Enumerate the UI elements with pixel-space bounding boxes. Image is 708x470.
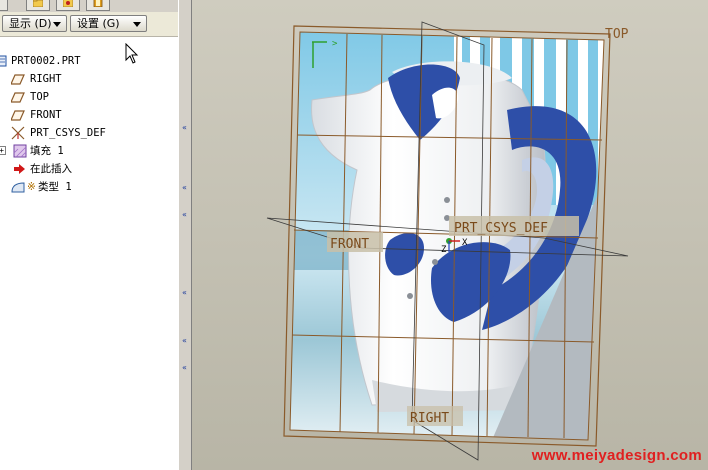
tree-item-marker: ※ [27, 181, 36, 193]
style-feature-icon [11, 182, 25, 193]
datum-label-front[interactable]: FRONT [330, 237, 369, 252]
csys-z-label: Z [441, 245, 447, 255]
tree-item-top[interactable]: TOP [0, 88, 178, 106]
collapse-arrow-icon[interactable]: « [182, 211, 188, 219]
tab-model-tree[interactable] [0, 0, 8, 11]
folder-icon [33, 0, 43, 7]
chevron-down-icon [53, 22, 61, 27]
fill-feature-icon [13, 144, 27, 158]
collapse-arrow-icon[interactable]: « [182, 364, 188, 372]
datum-plane-icon [11, 74, 25, 85]
chevron-down-icon [133, 22, 141, 27]
show-menu-label: 显示 (D) [9, 17, 52, 30]
watermark-text: www.meiyadesign.com [531, 447, 702, 464]
show-menu-button[interactable]: 显示 (D) [2, 15, 67, 32]
tree-item-label: FRONT [30, 109, 62, 121]
insert-here-arrow-icon [14, 164, 25, 174]
datum-label-top[interactable]: TOP [605, 27, 629, 42]
tree-item-right[interactable]: RIGHT [0, 70, 178, 88]
tab-favorites[interactable] [56, 0, 80, 11]
expand-plus-icon[interactable]: + [0, 146, 6, 155]
tree-item-label: RIGHT [30, 73, 62, 85]
svg-text:>: > [332, 39, 338, 49]
tree-item-label: 类型 1 [38, 181, 72, 193]
tree-item-label: PRT_CSYS_DEF [30, 127, 106, 139]
collapse-arrow-icon[interactable]: « [182, 184, 188, 192]
tree-item-label: 填充 1 [30, 145, 64, 157]
collapse-arrow-icon[interactable]: « [182, 124, 188, 132]
model-tree: PRT0002.PRT RIGHT TOP FRONT PRT_CSYS_DEF… [0, 52, 178, 196]
tree-item-front[interactable]: FRONT [0, 106, 178, 124]
tab-connections[interactable] [86, 0, 110, 11]
tree-item-label: 在此插入 [30, 163, 72, 175]
tree-item-label: TOP [30, 91, 49, 103]
panel-splitter[interactable]: « « « « « « [178, 0, 192, 470]
collapse-arrow-icon[interactable]: « [182, 289, 188, 297]
star-folder-icon [63, 0, 73, 7]
tree-root-part[interactable]: PRT0002.PRT [0, 52, 178, 70]
book-icon [93, 0, 103, 7]
tree-item-insert-here[interactable]: 在此插入 [0, 160, 178, 178]
datum-label-csys[interactable]: PRT_CSYS_DEF [454, 221, 548, 236]
graphics-viewport[interactable]: > X Z TOP FRONT PRT_CSYS_DEF RIGHT www.m… [192, 0, 708, 470]
part-icon [0, 55, 7, 67]
tree-item-style[interactable]: ※ 类型 1 [0, 178, 178, 196]
tree-item-fill[interactable]: + 填充 1 [0, 142, 178, 160]
csys-icon [11, 126, 25, 140]
tree-item-csys[interactable]: PRT_CSYS_DEF [0, 124, 178, 142]
collapse-arrow-icon[interactable]: « [182, 337, 188, 345]
mouse-cursor-icon [125, 43, 139, 64]
model-canvas[interactable]: > X Z TOP FRONT PRT_CSYS_DEF RIGHT [192, 0, 708, 470]
model-tree-panel: 显示 (D) 设置 (G) PRT0002.PRT RIGHT TOP FRON… [0, 0, 178, 470]
settings-menu-button[interactable]: 设置 (G) [70, 15, 147, 32]
datum-plane-icon [11, 92, 25, 103]
tree-toolbar: 显示 (D) 设置 (G) [0, 12, 178, 37]
datum-plane-icon [11, 110, 25, 121]
datum-label-right[interactable]: RIGHT [410, 411, 449, 426]
tab-folder-browser[interactable] [26, 0, 50, 11]
tree-root-label: PRT0002.PRT [11, 55, 81, 67]
settings-menu-label: 设置 (G) [77, 17, 120, 30]
csys-x-label: X [462, 238, 468, 248]
